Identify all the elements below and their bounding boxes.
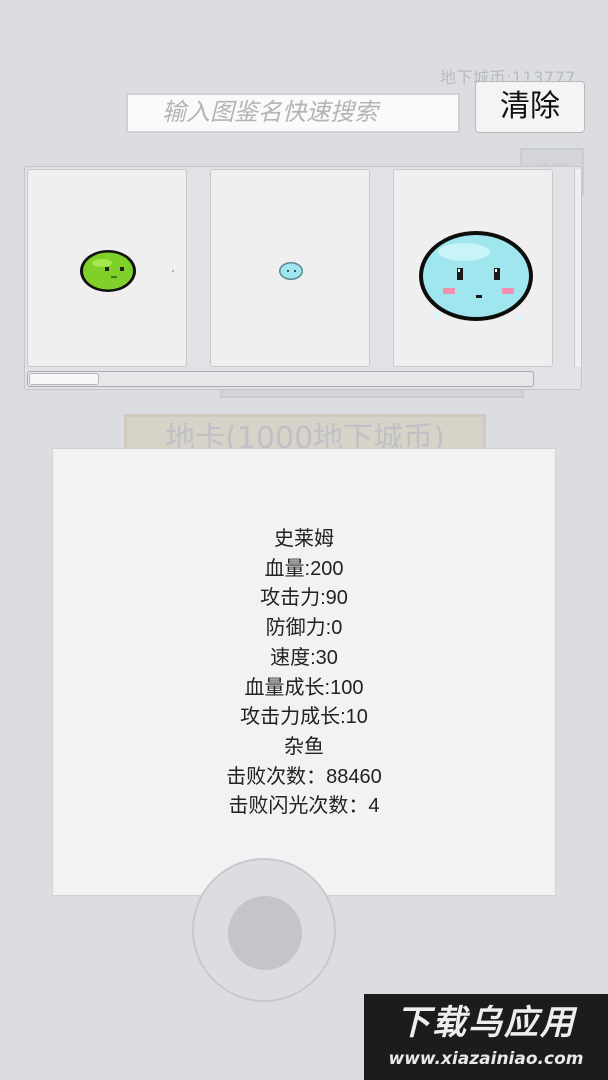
card-list-scrollbar[interactable]: [27, 371, 534, 387]
search-input[interactable]: [126, 93, 460, 133]
big-blue-slime-icon: [419, 231, 533, 321]
monster-card-partial[interactable]: [574, 169, 581, 367]
watermark-url: www.xiazainiao.com: [388, 1049, 584, 1069]
monster-name: 史莱姆: [274, 528, 334, 550]
monster-info-panel: 史莱姆 血量:200 攻击力:90 防御力:0 速度:30 血量成长:100 攻…: [52, 448, 556, 896]
monster-card-green-slime[interactable]: [27, 169, 187, 367]
monster-card-list[interactable]: [24, 166, 582, 390]
watermark: 下载乌应用 www.xiazainiao.com: [364, 994, 608, 1080]
clear-button[interactable]: 清除: [475, 81, 585, 133]
monster-hp: 血量:200: [264, 557, 344, 580]
joystick-knob[interactable]: [228, 896, 302, 970]
monster-attack: 攻击力:90: [260, 587, 348, 610]
watermark-title: 下载乌应用: [396, 1003, 576, 1043]
shiny-defeat-count: 击败闪光次数：4: [228, 795, 380, 818]
monster-speed: 速度:30: [270, 646, 338, 669]
defeat-count: 击败次数：88460: [226, 765, 382, 788]
monster-card-small-blue-slime[interactable]: [210, 169, 370, 367]
monster-defense: 防御力:0: [265, 617, 343, 640]
scrollbar-thumb[interactable]: [29, 373, 99, 385]
green-slime-icon: [80, 250, 174, 292]
monster-hp-growth: 血量成长:100: [244, 676, 364, 699]
small-blue-slime-icon: [279, 262, 303, 280]
monster-attack-growth: 攻击力成长:10: [240, 706, 368, 729]
monster-card-big-blue-slime[interactable]: [393, 169, 553, 367]
monster-category: 杂鱼: [284, 735, 324, 758]
